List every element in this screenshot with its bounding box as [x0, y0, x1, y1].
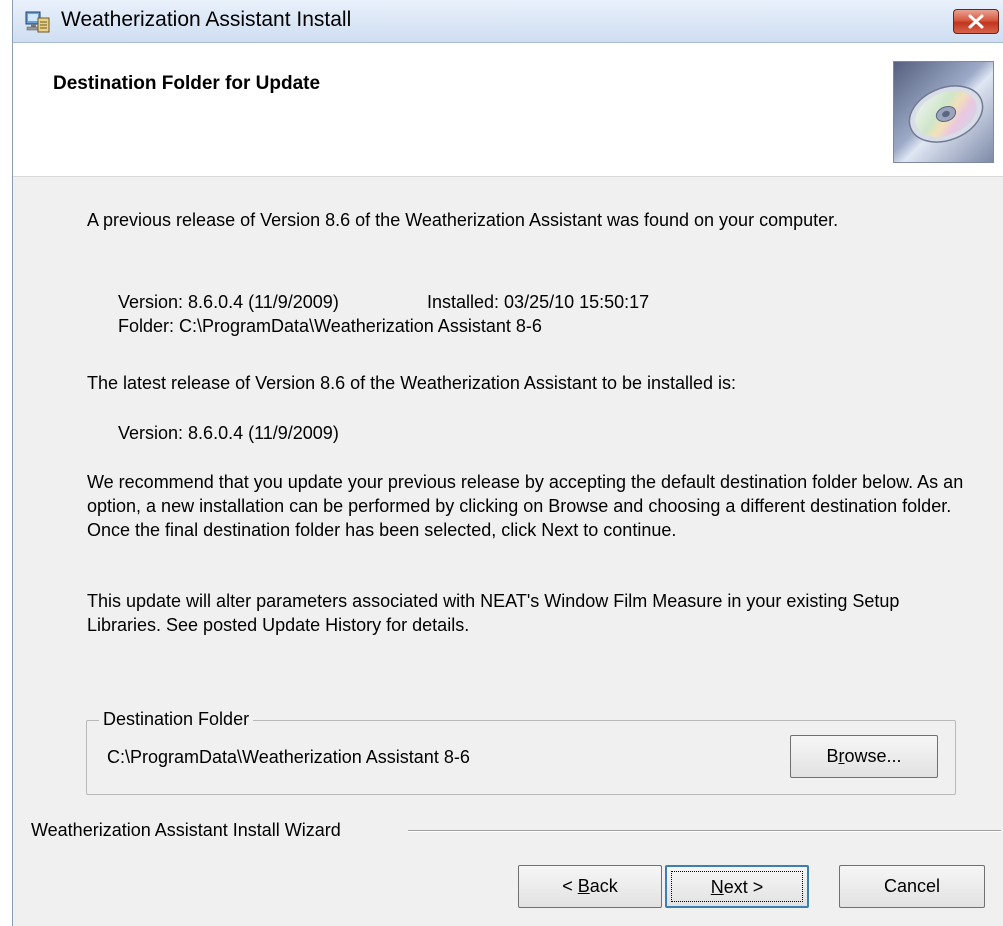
- installer-app-icon: [25, 11, 50, 33]
- close-button[interactable]: [953, 9, 999, 34]
- cancel-button[interactable]: Cancel: [839, 865, 985, 908]
- previous-folder-text: Folder: C:\ProgramData\Weatherization As…: [118, 316, 542, 336]
- intro-text: A previous release of Version 8.6 of the…: [87, 210, 839, 230]
- page-title: Destination Folder for Update: [53, 73, 321, 94]
- update-note-text: This update will alter parameters associ…: [87, 591, 900, 635]
- title-bar[interactable]: Weatherization Assistant Install: [13, 0, 1003, 43]
- wizard-name-label: Weatherization Assistant Install Wizard: [31, 820, 341, 840]
- cd-disc-icon: [893, 61, 994, 163]
- installed-date-text: Installed: 03/25/10 15:50:17: [427, 292, 650, 312]
- latest-release-text: The latest release of Version 8.6 of the…: [87, 373, 737, 393]
- previous-version-text: Version: 8.6.0.4 (11/9/2009): [118, 292, 339, 312]
- back-button[interactable]: < Back: [518, 865, 662, 908]
- recommendation-text: We recommend that you update your previo…: [87, 472, 964, 540]
- wizard-header: Destination Folder for Update: [13, 43, 1003, 177]
- window-title: Weatherization Assistant Install: [61, 8, 352, 31]
- browse-button[interactable]: Browse...: [790, 735, 938, 778]
- installer-window: Weatherization Assistant Install Destina…: [12, 0, 1003, 926]
- destination-folder-path: C:\ProgramData\Weatherization Assistant …: [107, 747, 470, 767]
- latest-version-text: Version: 8.6.0.4 (11/9/2009): [118, 423, 339, 443]
- footer-separator: [408, 830, 1001, 832]
- close-icon: [968, 14, 984, 29]
- focus-rectangle: [671, 871, 803, 902]
- next-button[interactable]: Next >: [665, 865, 809, 908]
- destination-folder-legend: Destination Folder: [99, 709, 254, 730]
- destination-folder-group: Destination Folder C:\ProgramData\Weathe…: [86, 709, 956, 795]
